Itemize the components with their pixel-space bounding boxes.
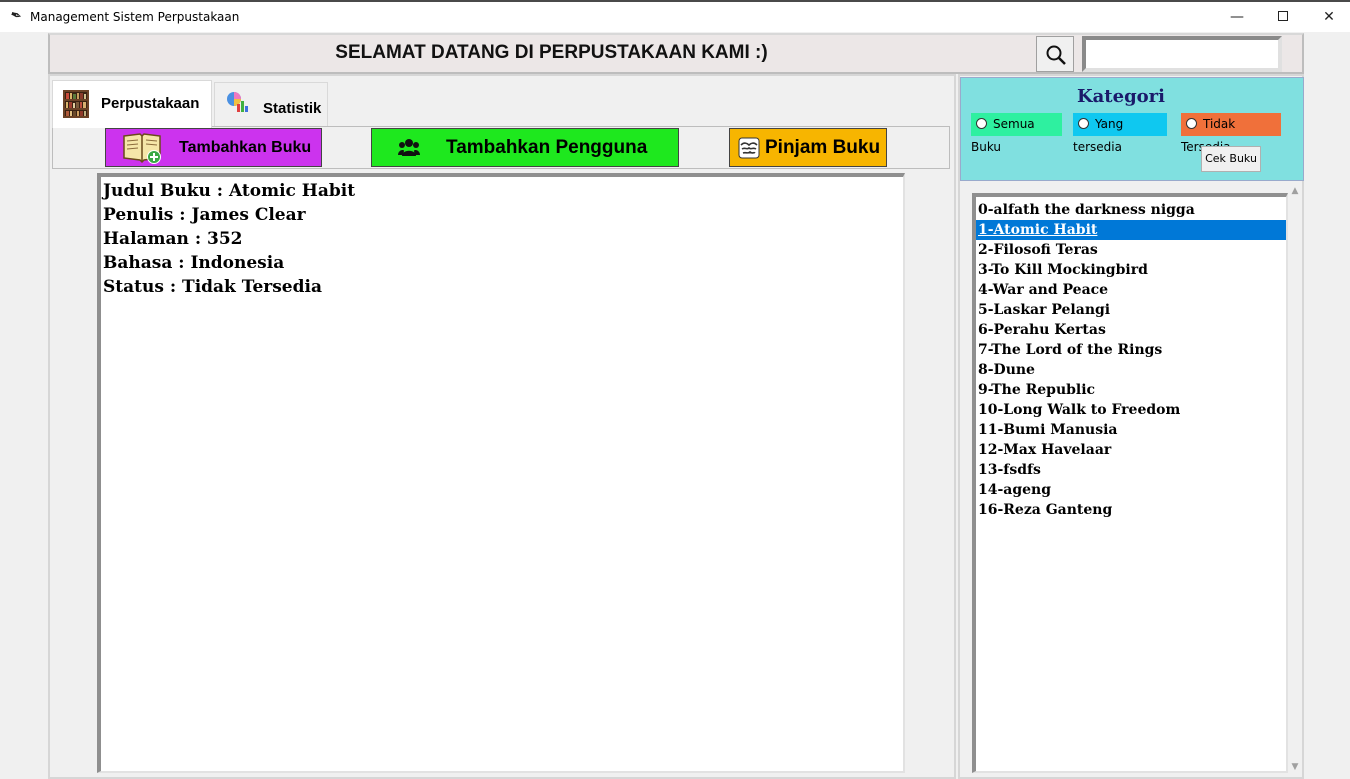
book-list-item[interactable]: 7-The Lord of the Rings <box>976 340 1286 360</box>
library-panel: Perpustakaan Statistik Tambahkan Buku Ta… <box>48 74 956 779</box>
radio-indicator <box>1186 118 1197 129</box>
radio-tidak-tersedia[interactable]: Tidak Tersedia <box>1181 113 1281 154</box>
add-user-button[interactable]: Tambahkan Pengguna <box>371 128 679 167</box>
book-list-item[interactable]: 2-Filosofi Teras <box>976 240 1286 260</box>
book-list-item[interactable]: 11-Bumi Manusia <box>976 420 1286 440</box>
detail-pages: Halaman : 352 <box>103 229 243 249</box>
users-icon <box>398 139 420 156</box>
book-list-item[interactable]: 13-fsdfs <box>976 460 1286 480</box>
minimize-button[interactable]: — <box>1214 2 1260 32</box>
scroll-down-icon[interactable]: ▼ <box>1288 760 1302 774</box>
check-books-button[interactable]: Cek Buku <box>1201 146 1261 172</box>
category-title: Kategori <box>1077 86 1165 107</box>
search-button[interactable] <box>1036 36 1074 72</box>
chart-icon <box>227 92 248 112</box>
action-toolbar: Tambahkan Buku Tambahkan Pengguna Pinjam… <box>52 126 950 169</box>
tab-statistik-label: Statistik <box>263 100 322 117</box>
book-detail-box[interactable]: Judul Buku : Atomic Habit Penulis : Jame… <box>97 173 905 773</box>
close-button[interactable]: ✕ <box>1306 2 1350 32</box>
book-list-item[interactable]: 16-Reza Ganteng <box>976 500 1286 520</box>
borrow-book-button[interactable]: Pinjam Buku <box>729 128 887 167</box>
tab-perpustakaan[interactable]: Perpustakaan <box>52 80 212 128</box>
add-book-label: Tambahkan Buku <box>179 139 312 156</box>
search-icon <box>1046 45 1066 65</box>
detail-title: Judul Buku : Atomic Habit <box>103 181 356 201</box>
book-list-item[interactable]: 3-To Kill Mockingbird <box>976 260 1286 280</box>
category-panel: Kategori Semua Buku Yang tersedia Tidak … <box>958 74 1304 779</box>
category-filter: Kategori Semua Buku Yang tersedia Tidak … <box>960 77 1304 181</box>
book-list-scrollbar[interactable]: ▲ ▼ <box>1288 184 1302 774</box>
title-bar: ✒ Management Sistem Perpustakaan — ✕ <box>0 0 1350 32</box>
radio-indicator <box>976 118 987 129</box>
book-list-item[interactable]: 14-ageng <box>976 480 1286 500</box>
radio-semua-buku[interactable]: Semua Buku <box>971 113 1062 154</box>
handshake-icon <box>738 137 760 159</box>
book-list-item[interactable]: 12-Max Havelaar <box>976 440 1286 460</box>
book-list-item[interactable]: 5-Laskar Pelangi <box>976 300 1286 320</box>
book-list-item[interactable]: 10-Long Walk to Freedom <box>976 400 1286 420</box>
add-book-icon <box>123 133 161 164</box>
window-title: Management Sistem Perpustakaan <box>30 10 240 24</box>
scroll-up-icon[interactable]: ▲ <box>1288 184 1302 198</box>
detail-author: Penulis : James Clear <box>103 205 306 225</box>
book-list-item[interactable]: 9-The Republic <box>976 380 1286 400</box>
book-list-item[interactable]: 1-Atomic Habit <box>976 220 1286 240</box>
book-list[interactable]: 0-alfath the darkness nigga 1-Atomic Habi… <box>972 193 1288 773</box>
search-field[interactable] <box>1082 36 1282 72</box>
tab-perpustakaan-label: Perpustakaan <box>101 95 200 112</box>
maximize-icon <box>1278 11 1288 21</box>
book-list-item[interactable]: 4-War and Peace <box>976 280 1286 300</box>
detail-status: Status : Tidak Tersedia <box>103 277 322 297</box>
tab-statistik[interactable]: Statistik <box>214 82 328 126</box>
book-list-item[interactable]: 0-alfath the darkness nigga <box>976 200 1286 220</box>
add-book-button[interactable]: Tambahkan Buku <box>105 128 322 167</box>
bookshelf-icon <box>63 90 89 118</box>
welcome-title: SELAMAT DATANG DI PERPUSTAKAAN KAMI :) <box>335 42 768 63</box>
header-bar: SELAMAT DATANG DI PERPUSTAKAAN KAMI :) <box>48 33 1304 74</box>
borrow-book-label: Pinjam Buku <box>765 137 881 158</box>
add-user-label: Tambahkan Pengguna <box>446 137 648 158</box>
detail-language: Bahasa : Indonesia <box>103 253 285 273</box>
radio-yang-tersedia[interactable]: Yang tersedia <box>1073 113 1167 154</box>
maximize-button[interactable] <box>1260 2 1306 32</box>
book-list-item[interactable]: 6-Perahu Kertas <box>976 320 1286 340</box>
radio-indicator <box>1078 118 1089 129</box>
search-input[interactable] <box>1086 40 1278 68</box>
book-list-item[interactable]: 8-Dune <box>976 360 1286 380</box>
feather-icon: ✒ <box>7 6 25 26</box>
